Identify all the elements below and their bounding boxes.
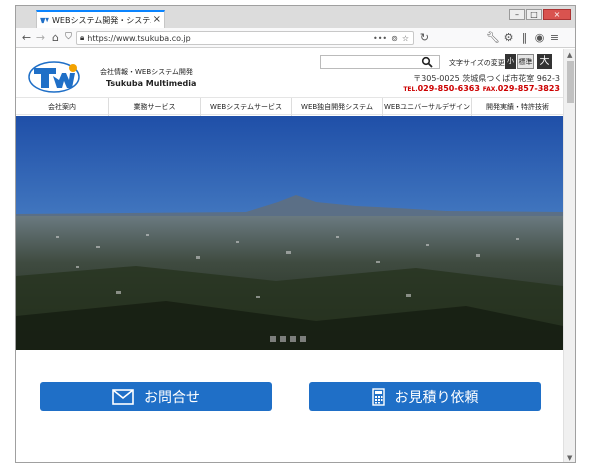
minimize-button[interactable]: –	[509, 9, 525, 20]
nav-item-web-system[interactable]: WEBシステムサービス	[201, 98, 292, 116]
shield-icon[interactable]: ⛉	[62, 31, 75, 44]
slider-dot[interactable]	[280, 336, 286, 342]
home-icon[interactable]: ⌂	[49, 31, 62, 44]
tab-close-icon[interactable]: ×	[153, 15, 161, 25]
company-name: Tsukuba Multimedia	[106, 79, 197, 88]
font-size-large-button[interactable]: 大	[537, 54, 552, 69]
search-icon[interactable]	[421, 56, 433, 68]
wrench-icon[interactable]: 🔧︎	[486, 31, 500, 44]
font-size-medium-button[interactable]: 標準	[517, 54, 534, 69]
slider-dot[interactable]	[270, 336, 276, 342]
page-actions-icon[interactable]: •••	[373, 34, 387, 43]
calculator-icon	[371, 387, 385, 406]
nav-item-company[interactable]: 会社案内	[16, 98, 109, 116]
font-size-label: 文字サイズの変更	[449, 59, 505, 67]
fax-label: FAX.	[482, 86, 498, 93]
scroll-thumb[interactable]	[567, 61, 574, 103]
lock-icon: 🔒︎	[80, 33, 85, 42]
title-bar: WEBシステム開発・システム × – □ ×	[16, 6, 575, 28]
slider-dots	[270, 336, 306, 342]
pocket-icon[interactable]: ⊚	[391, 34, 398, 43]
estimate-label: お見積り依頼	[394, 389, 479, 406]
tel-number: 029-850-6363	[417, 84, 480, 93]
nav-item-services[interactable]: 業務サービス	[109, 98, 201, 116]
tel-label: TEL.	[403, 86, 418, 93]
menu-icon[interactable]: ≡	[548, 31, 561, 44]
company-address: 〒305-0025 茨城県つくば市花室 962-3	[413, 74, 560, 83]
main-nav: 会社案内 業務サービス WEBシステムサービス WEB独自開発システム WEBユ…	[16, 97, 563, 116]
font-size-small-button[interactable]: 小	[505, 54, 516, 69]
vertical-scrollbar[interactable]: ▲ ▼	[563, 49, 575, 462]
nav-item-achievements[interactable]: 開発実績・特許技術	[472, 98, 563, 116]
bookmark-star-icon[interactable]: ☆	[402, 34, 409, 43]
fax-number: 029-857-3823	[497, 84, 560, 93]
phone-fax: TEL.029-850-6363 FAX.029-857-3823	[403, 84, 560, 93]
scroll-down-icon[interactable]: ▼	[567, 454, 572, 462]
envelope-icon	[112, 388, 134, 405]
url-text: https://www.tsukuba.co.jp	[87, 33, 191, 43]
company-logo[interactable]	[28, 60, 80, 93]
hero-image	[16, 116, 563, 350]
scroll-up-icon[interactable]: ▲	[567, 51, 572, 59]
company-tagline: 会社情報・WEBシステム開発	[100, 68, 193, 76]
reload-icon[interactable]: ↻	[418, 31, 431, 44]
browser-toolbar: ← → ⌂ ⛉ 🔒︎ https://www.tsukuba.co.jp •••…	[16, 28, 575, 48]
forward-icon[interactable]: →	[34, 31, 47, 44]
estimate-button[interactable]: お見積り依頼	[309, 382, 541, 411]
site-favicon-icon	[40, 17, 49, 23]
browser-window: WEBシステム開発・システム × – □ × ← → ⌂ ⛉ 🔒︎ https:…	[15, 5, 576, 463]
nav-item-custom-dev[interactable]: WEB独自開発システム	[292, 98, 383, 116]
account-icon[interactable]: ◉	[533, 31, 546, 44]
web-page: 会社情報・WEBシステム開発 Tsukuba Multimedia 文字サイズの…	[16, 49, 563, 462]
browser-tab[interactable]: WEBシステム開発・システム ×	[36, 10, 165, 28]
address-bar[interactable]: 🔒︎ https://www.tsukuba.co.jp ••• ⊚ ☆	[76, 31, 414, 45]
back-icon[interactable]: ←	[20, 31, 33, 44]
nav-item-universal-design[interactable]: WEBユニバーサルデザイン	[383, 98, 472, 116]
slider-dot[interactable]	[290, 336, 296, 342]
maximize-button[interactable]: □	[526, 9, 542, 20]
gear-icon[interactable]: ⚙	[502, 31, 515, 44]
contact-label: お問合せ	[144, 389, 200, 406]
window-close-button[interactable]: ×	[543, 9, 571, 20]
slider-dot[interactable]	[300, 336, 306, 342]
contact-button[interactable]: お問合せ	[40, 382, 272, 411]
library-icon[interactable]: ‖	[518, 31, 531, 44]
tab-title: WEBシステム開発・システム	[52, 15, 151, 25]
